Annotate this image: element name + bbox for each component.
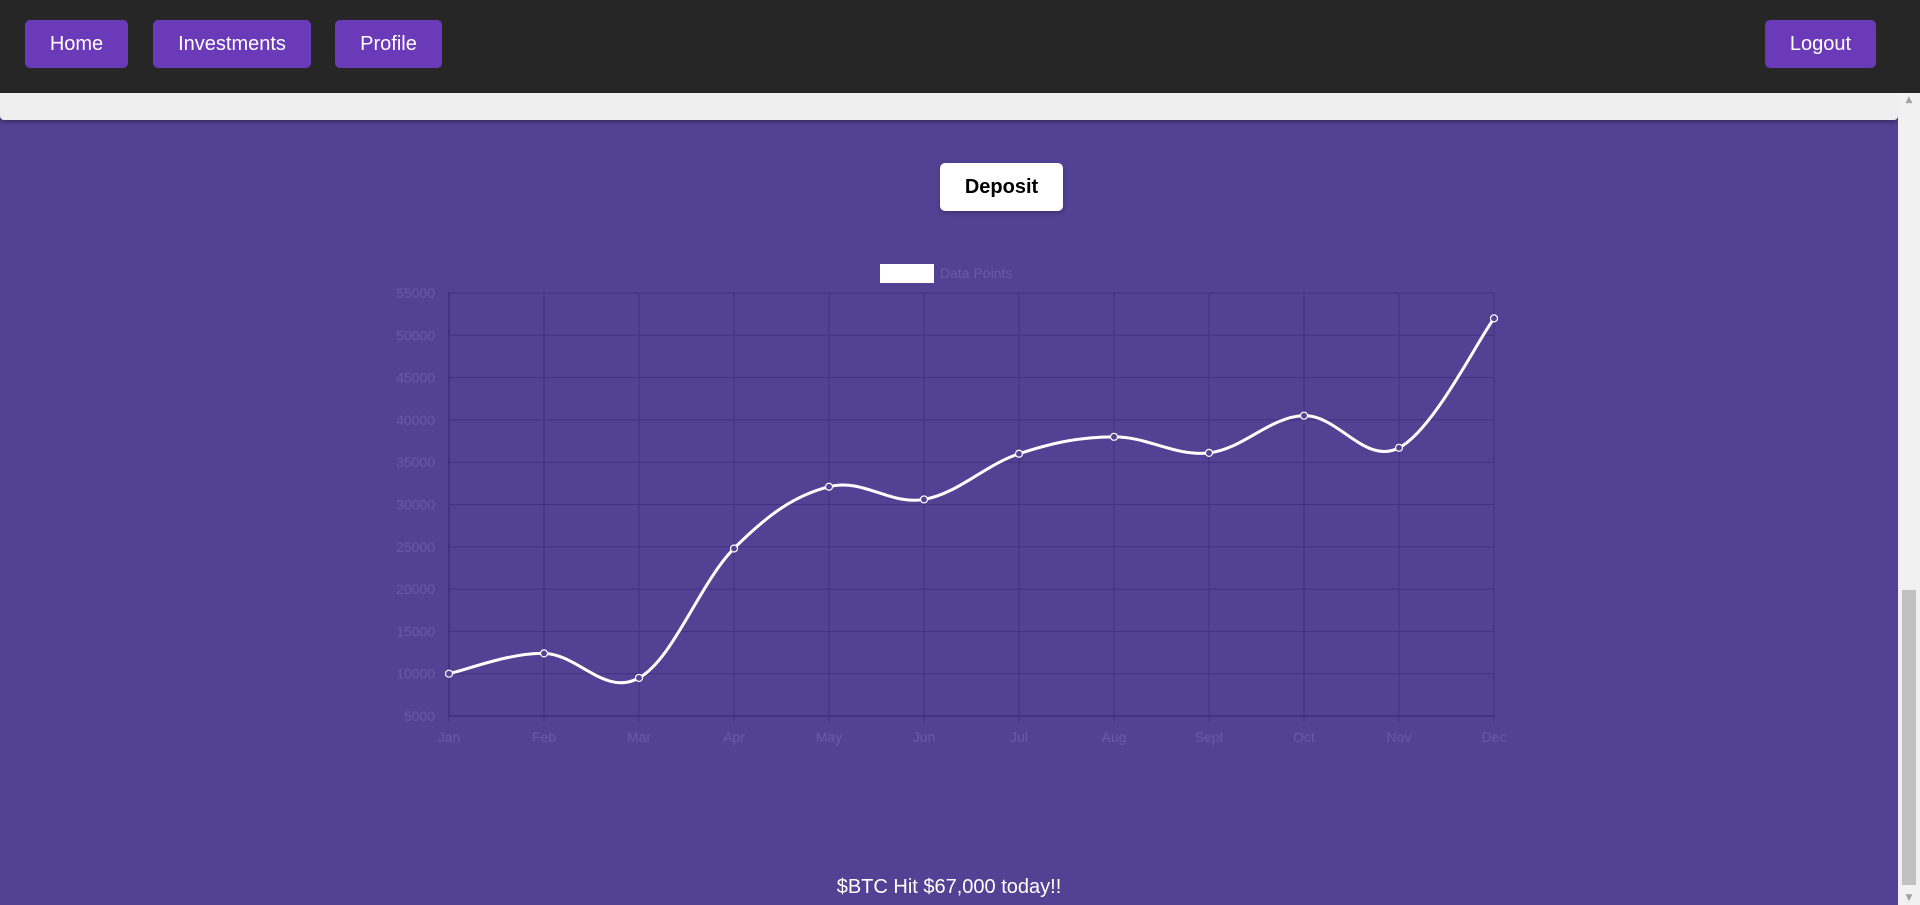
y-tick-label: 25000 <box>396 539 435 555</box>
x-tick-label: Apr <box>723 729 745 745</box>
scroll-up-icon[interactable]: ▲ <box>1898 93 1920 107</box>
y-tick-label: 10000 <box>396 666 435 682</box>
vertical-scrollbar[interactable]: ▲ ▼ <box>1898 93 1920 905</box>
x-tick-label: Dec <box>1482 729 1507 745</box>
x-tick-label: Mar <box>627 729 651 745</box>
x-tick-label: Jul <box>1010 729 1028 745</box>
y-tick-label: 20000 <box>396 581 435 597</box>
y-tick-label: 35000 <box>396 454 435 470</box>
x-tick-label: May <box>816 729 842 745</box>
x-tick-label: Jun <box>913 729 936 745</box>
y-tick-label: 45000 <box>396 370 435 386</box>
legend-label: Data Points <box>940 265 1012 281</box>
data-point <box>634 673 644 683</box>
data-point <box>919 495 929 504</box>
data-point <box>729 544 739 553</box>
y-tick-label: 40000 <box>396 412 435 428</box>
data-point <box>444 669 454 678</box>
x-tick-label: Nov <box>1387 729 1412 745</box>
news-headline: $BTC Hit $67,000 today!! <box>836 876 1062 898</box>
data-point <box>1204 448 1214 457</box>
x-tick-label: Sept <box>1195 729 1224 745</box>
y-tick-label: 50000 <box>396 327 435 343</box>
data-point <box>824 482 834 491</box>
line-chart: 55000 50000 45000 40000 35000 30000 25000 20000… <box>396 264 1507 745</box>
series-line <box>448 317 1496 685</box>
data-point <box>1394 443 1404 452</box>
y-tick-label: 55000 <box>396 285 435 301</box>
data-point <box>1014 449 1024 458</box>
data-point <box>1489 314 1499 323</box>
x-tick-label: Feb <box>532 729 556 745</box>
data-point <box>1299 411 1309 420</box>
y-tick-label: 5000 <box>404 708 435 724</box>
scroll-down-icon[interactable]: ▼ <box>1898 891 1920 905</box>
legend-swatch <box>880 264 934 283</box>
x-tick-label: Oct <box>1293 729 1315 745</box>
x-tick-label: Aug <box>1102 729 1127 745</box>
y-tick-label: 15000 <box>396 623 435 639</box>
x-tick-label: Jan <box>438 729 461 745</box>
scrollbar-thumb[interactable] <box>1902 590 1916 885</box>
data-point <box>539 649 549 658</box>
y-tick-label: 30000 <box>396 497 435 513</box>
data-point <box>1109 432 1119 441</box>
